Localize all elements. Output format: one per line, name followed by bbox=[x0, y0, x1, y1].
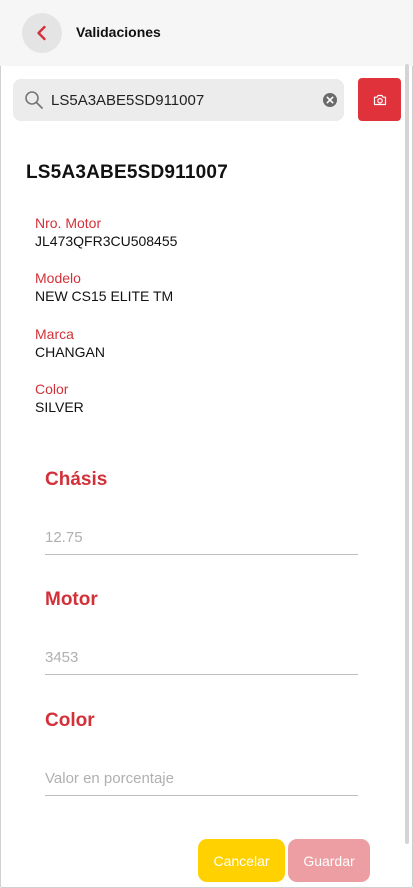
detail-brand: Marca CHANGAN bbox=[35, 326, 105, 361]
camera-button[interactable] bbox=[358, 78, 401, 121]
camera-icon bbox=[373, 94, 386, 105]
search-bar bbox=[13, 79, 344, 121]
chasis-section-title: Chásis bbox=[45, 469, 108, 490]
detail-motor-number: Nro. Motor JL473QFR3CU508455 bbox=[35, 215, 177, 250]
detail-color: Color SILVER bbox=[35, 381, 84, 416]
chasis-input[interactable] bbox=[45, 521, 358, 555]
detail-model: Modelo NEW CS15 ELITE TM bbox=[35, 270, 173, 305]
detail-value: CHANGAN bbox=[35, 344, 106, 360]
page-title: Validaciones bbox=[76, 24, 161, 40]
clear-icon[interactable] bbox=[322, 92, 338, 108]
detail-label: Modelo bbox=[35, 270, 81, 286]
detail-value: NEW CS15 ELITE TM bbox=[35, 288, 174, 304]
detail-label: Nro. Motor bbox=[35, 215, 102, 231]
color-section-title: Color bbox=[45, 710, 95, 731]
cancel-button[interactable]: Cancelar bbox=[198, 839, 285, 882]
back-button[interactable] bbox=[22, 13, 62, 53]
app-frame bbox=[0, 0, 413, 888]
motor-input[interactable] bbox=[45, 641, 358, 675]
save-button[interactable]: Guardar bbox=[288, 839, 370, 882]
detail-value: JL473QFR3CU508455 bbox=[35, 233, 178, 249]
chevron-left-icon bbox=[37, 25, 46, 41]
detail-label: Marca bbox=[35, 326, 74, 342]
detail-value: SILVER bbox=[35, 399, 84, 415]
motor-section-title: Motor bbox=[45, 589, 98, 610]
detail-label: Color bbox=[35, 381, 69, 397]
search-icon bbox=[25, 91, 43, 109]
vin-title: LS5A3ABE5SD911007 bbox=[26, 162, 228, 183]
header: Validaciones bbox=[0, 0, 413, 66]
search-input[interactable] bbox=[51, 79, 321, 121]
color-input[interactable] bbox=[45, 762, 358, 796]
scrollbar[interactable] bbox=[405, 64, 409, 844]
